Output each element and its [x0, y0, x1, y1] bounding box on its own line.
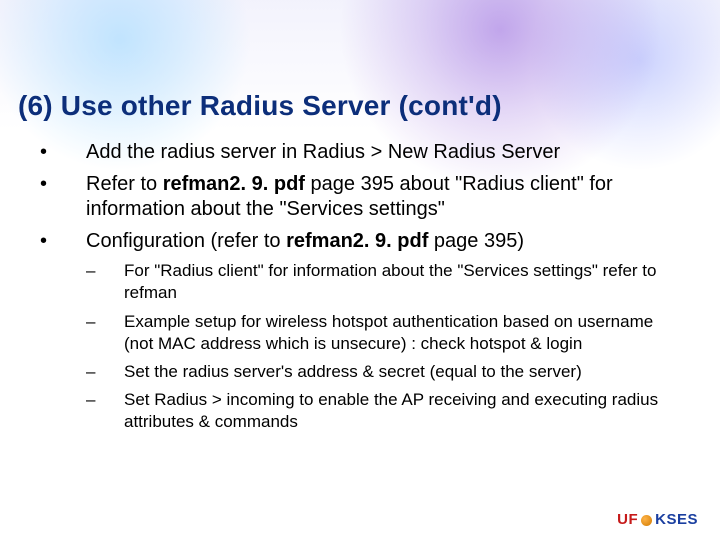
- text-span: Refer to: [86, 173, 163, 195]
- sub-text: Set the radius server's address & secret…: [124, 361, 680, 383]
- logo-kses: KSES: [655, 511, 698, 528]
- logo-uf: UF: [617, 511, 638, 528]
- bold-span: refman2. 9. pdf: [286, 230, 428, 252]
- bullet-text: Refer to refman2. 9. pdf page 395 about …: [86, 172, 680, 223]
- bullet-item: • Add the radius server in Radius > New …: [40, 140, 680, 166]
- text-span: Configuration (refer to: [86, 230, 286, 252]
- top-bullet-list: • Add the radius server in Radius > New …: [40, 140, 680, 254]
- sub-item: – For "Radius client" for information ab…: [86, 260, 680, 304]
- dash-icon: –: [86, 389, 124, 433]
- sub-bullet-list: – For "Radius client" for information ab…: [86, 260, 680, 433]
- slide-body: • Add the radius server in Radius > New …: [0, 122, 720, 433]
- brand-logo: UF KSES: [617, 511, 698, 528]
- sub-item: – Set Radius > incoming to enable the AP…: [86, 389, 680, 433]
- dash-icon: –: [86, 361, 124, 383]
- sub-item: – Set the radius server's address & secr…: [86, 361, 680, 383]
- dash-icon: –: [86, 311, 124, 355]
- slide-title: (6) Use other Radius Server (cont'd): [0, 0, 720, 122]
- sub-text: For "Radius client" for information abou…: [124, 260, 680, 304]
- text-span: page 395): [428, 230, 524, 252]
- sub-item: – Example setup for wireless hotspot aut…: [86, 311, 680, 355]
- bullet-icon: •: [40, 172, 86, 223]
- bullet-icon: •: [40, 140, 86, 166]
- bullet-item: • Refer to refman2. 9. pdf page 395 abou…: [40, 172, 680, 223]
- bullet-item: • Configuration (refer to refman2. 9. pd…: [40, 229, 680, 255]
- bullet-text: Add the radius server in Radius > New Ra…: [86, 140, 680, 166]
- logo-dot-icon: [641, 515, 652, 526]
- dash-icon: –: [86, 260, 124, 304]
- bullet-text: Configuration (refer to refman2. 9. pdf …: [86, 229, 680, 255]
- sub-text: Set Radius > incoming to enable the AP r…: [124, 389, 680, 433]
- bullet-icon: •: [40, 229, 86, 255]
- sub-text: Example setup for wireless hotspot authe…: [124, 311, 680, 355]
- bold-span: refman2. 9. pdf: [163, 173, 305, 195]
